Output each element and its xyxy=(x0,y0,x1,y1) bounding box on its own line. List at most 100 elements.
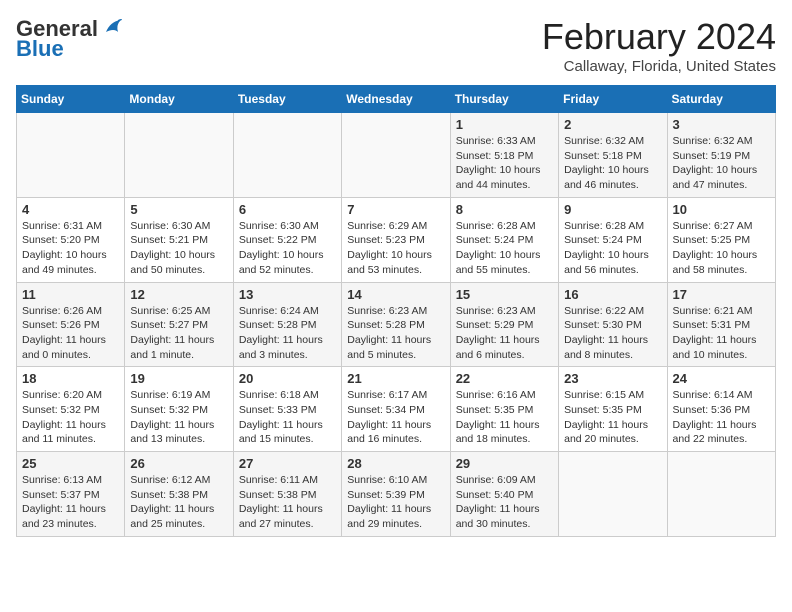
calendar-cell xyxy=(342,113,450,198)
day-info: Sunrise: 6:26 AM Sunset: 5:26 PM Dayligh… xyxy=(22,304,119,363)
day-number: 9 xyxy=(564,202,661,217)
calendar-table: SundayMondayTuesdayWednesdayThursdayFrid… xyxy=(16,85,776,537)
calendar-cell xyxy=(667,452,775,537)
calendar-cell: 3 Sunrise: 6:32 AM Sunset: 5:19 PM Daylig… xyxy=(667,113,775,198)
day-info: Sunrise: 6:09 AM Sunset: 5:40 PM Dayligh… xyxy=(456,473,553,532)
day-number: 8 xyxy=(456,202,553,217)
calendar-cell: 9 Sunrise: 6:28 AM Sunset: 5:24 PM Daylig… xyxy=(559,197,667,282)
calendar-cell: 14 Sunrise: 6:23 AM Sunset: 5:28 PM Dayli… xyxy=(342,282,450,367)
calendar-cell xyxy=(17,113,125,198)
weekday-header-monday: Monday xyxy=(125,86,233,113)
day-number: 29 xyxy=(456,456,553,471)
day-number: 24 xyxy=(673,371,770,386)
day-number: 7 xyxy=(347,202,444,217)
month-title: February 2024 xyxy=(542,16,776,58)
calendar-cell: 15 Sunrise: 6:23 AM Sunset: 5:29 PM Dayli… xyxy=(450,282,558,367)
calendar-cell: 11 Sunrise: 6:26 AM Sunset: 5:26 PM Dayli… xyxy=(17,282,125,367)
calendar-header: SundayMondayTuesdayWednesdayThursdayFrid… xyxy=(17,86,776,113)
calendar-cell xyxy=(125,113,233,198)
day-number: 17 xyxy=(673,287,770,302)
day-info: Sunrise: 6:14 AM Sunset: 5:36 PM Dayligh… xyxy=(673,388,770,447)
weekday-header-wednesday: Wednesday xyxy=(342,86,450,113)
day-number: 2 xyxy=(564,117,661,132)
day-info: Sunrise: 6:33 AM Sunset: 5:18 PM Dayligh… xyxy=(456,134,553,193)
day-info: Sunrise: 6:23 AM Sunset: 5:28 PM Dayligh… xyxy=(347,304,444,363)
day-number: 16 xyxy=(564,287,661,302)
title-area: February 2024 Callaway, Florida, United … xyxy=(542,16,776,75)
day-info: Sunrise: 6:12 AM Sunset: 5:38 PM Dayligh… xyxy=(130,473,227,532)
day-info: Sunrise: 6:30 AM Sunset: 5:22 PM Dayligh… xyxy=(239,219,336,278)
day-number: 5 xyxy=(130,202,227,217)
day-info: Sunrise: 6:13 AM Sunset: 5:37 PM Dayligh… xyxy=(22,473,119,532)
day-info: Sunrise: 6:15 AM Sunset: 5:35 PM Dayligh… xyxy=(564,388,661,447)
calendar-cell: 26 Sunrise: 6:12 AM Sunset: 5:38 PM Dayli… xyxy=(125,452,233,537)
calendar-cell: 1Sunrise: 6:33 AM Sunset: 5:18 PM Daylig… xyxy=(450,113,558,198)
weekday-header-friday: Friday xyxy=(559,86,667,113)
day-info: Sunrise: 6:24 AM Sunset: 5:28 PM Dayligh… xyxy=(239,304,336,363)
day-number: 14 xyxy=(347,287,444,302)
day-number: 10 xyxy=(673,202,770,217)
day-info: Sunrise: 6:32 AM Sunset: 5:19 PM Dayligh… xyxy=(673,134,770,193)
calendar-cell: 8 Sunrise: 6:28 AM Sunset: 5:24 PM Daylig… xyxy=(450,197,558,282)
calendar-week-4: 18 Sunrise: 6:20 AM Sunset: 5:32 PM Dayli… xyxy=(17,367,776,452)
calendar-cell: 25 Sunrise: 6:13 AM Sunset: 5:37 PM Dayli… xyxy=(17,452,125,537)
day-info: Sunrise: 6:31 AM Sunset: 5:20 PM Dayligh… xyxy=(22,219,119,278)
day-info: Sunrise: 6:28 AM Sunset: 5:24 PM Dayligh… xyxy=(456,219,553,278)
logo-blue-text: Blue xyxy=(16,36,64,62)
day-number: 11 xyxy=(22,287,119,302)
day-number: 19 xyxy=(130,371,227,386)
calendar-week-1: 1Sunrise: 6:33 AM Sunset: 5:18 PM Daylig… xyxy=(17,113,776,198)
logo-bird-icon xyxy=(100,18,122,36)
day-info: Sunrise: 6:16 AM Sunset: 5:35 PM Dayligh… xyxy=(456,388,553,447)
calendar-cell: 28Sunrise: 6:10 AM Sunset: 5:39 PM Dayli… xyxy=(342,452,450,537)
day-info: Sunrise: 6:28 AM Sunset: 5:24 PM Dayligh… xyxy=(564,219,661,278)
calendar-cell: 29 Sunrise: 6:09 AM Sunset: 5:40 PM Dayli… xyxy=(450,452,558,537)
day-info: Sunrise: 6:25 AM Sunset: 5:27 PM Dayligh… xyxy=(130,304,227,363)
day-info: Sunrise: 6:27 AM Sunset: 5:25 PM Dayligh… xyxy=(673,219,770,278)
calendar-cell xyxy=(559,452,667,537)
day-info: Sunrise: 6:10 AM Sunset: 5:39 PM Dayligh… xyxy=(347,473,444,532)
calendar-cell: 17 Sunrise: 6:21 AM Sunset: 5:31 PM Dayli… xyxy=(667,282,775,367)
day-number: 3 xyxy=(673,117,770,132)
calendar-cell: 27Sunrise: 6:11 AM Sunset: 5:38 PM Dayli… xyxy=(233,452,341,537)
weekday-header-thursday: Thursday xyxy=(450,86,558,113)
day-number: 26 xyxy=(130,456,227,471)
page-header: General Blue February 2024 Callaway, Flo… xyxy=(16,16,776,75)
day-info: Sunrise: 6:17 AM Sunset: 5:34 PM Dayligh… xyxy=(347,388,444,447)
calendar-week-2: 4Sunrise: 6:31 AM Sunset: 5:20 PM Daylig… xyxy=(17,197,776,282)
calendar-week-3: 11 Sunrise: 6:26 AM Sunset: 5:26 PM Dayli… xyxy=(17,282,776,367)
calendar-cell: 2Sunrise: 6:32 AM Sunset: 5:18 PM Daylig… xyxy=(559,113,667,198)
calendar-cell: 13Sunrise: 6:24 AM Sunset: 5:28 PM Dayli… xyxy=(233,282,341,367)
calendar-cell: 20 Sunrise: 6:18 AM Sunset: 5:33 PM Dayli… xyxy=(233,367,341,452)
calendar-cell: 18 Sunrise: 6:20 AM Sunset: 5:32 PM Dayli… xyxy=(17,367,125,452)
calendar-week-5: 25 Sunrise: 6:13 AM Sunset: 5:37 PM Dayli… xyxy=(17,452,776,537)
day-number: 18 xyxy=(22,371,119,386)
calendar-cell: 6Sunrise: 6:30 AM Sunset: 5:22 PM Daylig… xyxy=(233,197,341,282)
calendar-cell: 12 Sunrise: 6:25 AM Sunset: 5:27 PM Dayli… xyxy=(125,282,233,367)
weekday-header-saturday: Saturday xyxy=(667,86,775,113)
weekday-header-row: SundayMondayTuesdayWednesdayThursdayFrid… xyxy=(17,86,776,113)
day-info: Sunrise: 6:30 AM Sunset: 5:21 PM Dayligh… xyxy=(130,219,227,278)
weekday-header-sunday: Sunday xyxy=(17,86,125,113)
day-info: Sunrise: 6:29 AM Sunset: 5:23 PM Dayligh… xyxy=(347,219,444,278)
day-number: 27 xyxy=(239,456,336,471)
day-number: 12 xyxy=(130,287,227,302)
calendar-cell: 19 Sunrise: 6:19 AM Sunset: 5:32 PM Dayli… xyxy=(125,367,233,452)
weekday-header-tuesday: Tuesday xyxy=(233,86,341,113)
day-number: 15 xyxy=(456,287,553,302)
calendar-cell xyxy=(233,113,341,198)
calendar-cell: 10 Sunrise: 6:27 AM Sunset: 5:25 PM Dayli… xyxy=(667,197,775,282)
day-info: Sunrise: 6:23 AM Sunset: 5:29 PM Dayligh… xyxy=(456,304,553,363)
day-number: 20 xyxy=(239,371,336,386)
logo: General Blue xyxy=(16,16,122,62)
calendar-body: 1Sunrise: 6:33 AM Sunset: 5:18 PM Daylig… xyxy=(17,113,776,537)
day-info: Sunrise: 6:20 AM Sunset: 5:32 PM Dayligh… xyxy=(22,388,119,447)
location-text: Callaway, Florida, United States xyxy=(542,58,776,75)
calendar-cell: 4Sunrise: 6:31 AM Sunset: 5:20 PM Daylig… xyxy=(17,197,125,282)
day-info: Sunrise: 6:22 AM Sunset: 5:30 PM Dayligh… xyxy=(564,304,661,363)
day-info: Sunrise: 6:18 AM Sunset: 5:33 PM Dayligh… xyxy=(239,388,336,447)
calendar-cell: 5 Sunrise: 6:30 AM Sunset: 5:21 PM Daylig… xyxy=(125,197,233,282)
day-info: Sunrise: 6:21 AM Sunset: 5:31 PM Dayligh… xyxy=(673,304,770,363)
day-info: Sunrise: 6:19 AM Sunset: 5:32 PM Dayligh… xyxy=(130,388,227,447)
day-number: 25 xyxy=(22,456,119,471)
